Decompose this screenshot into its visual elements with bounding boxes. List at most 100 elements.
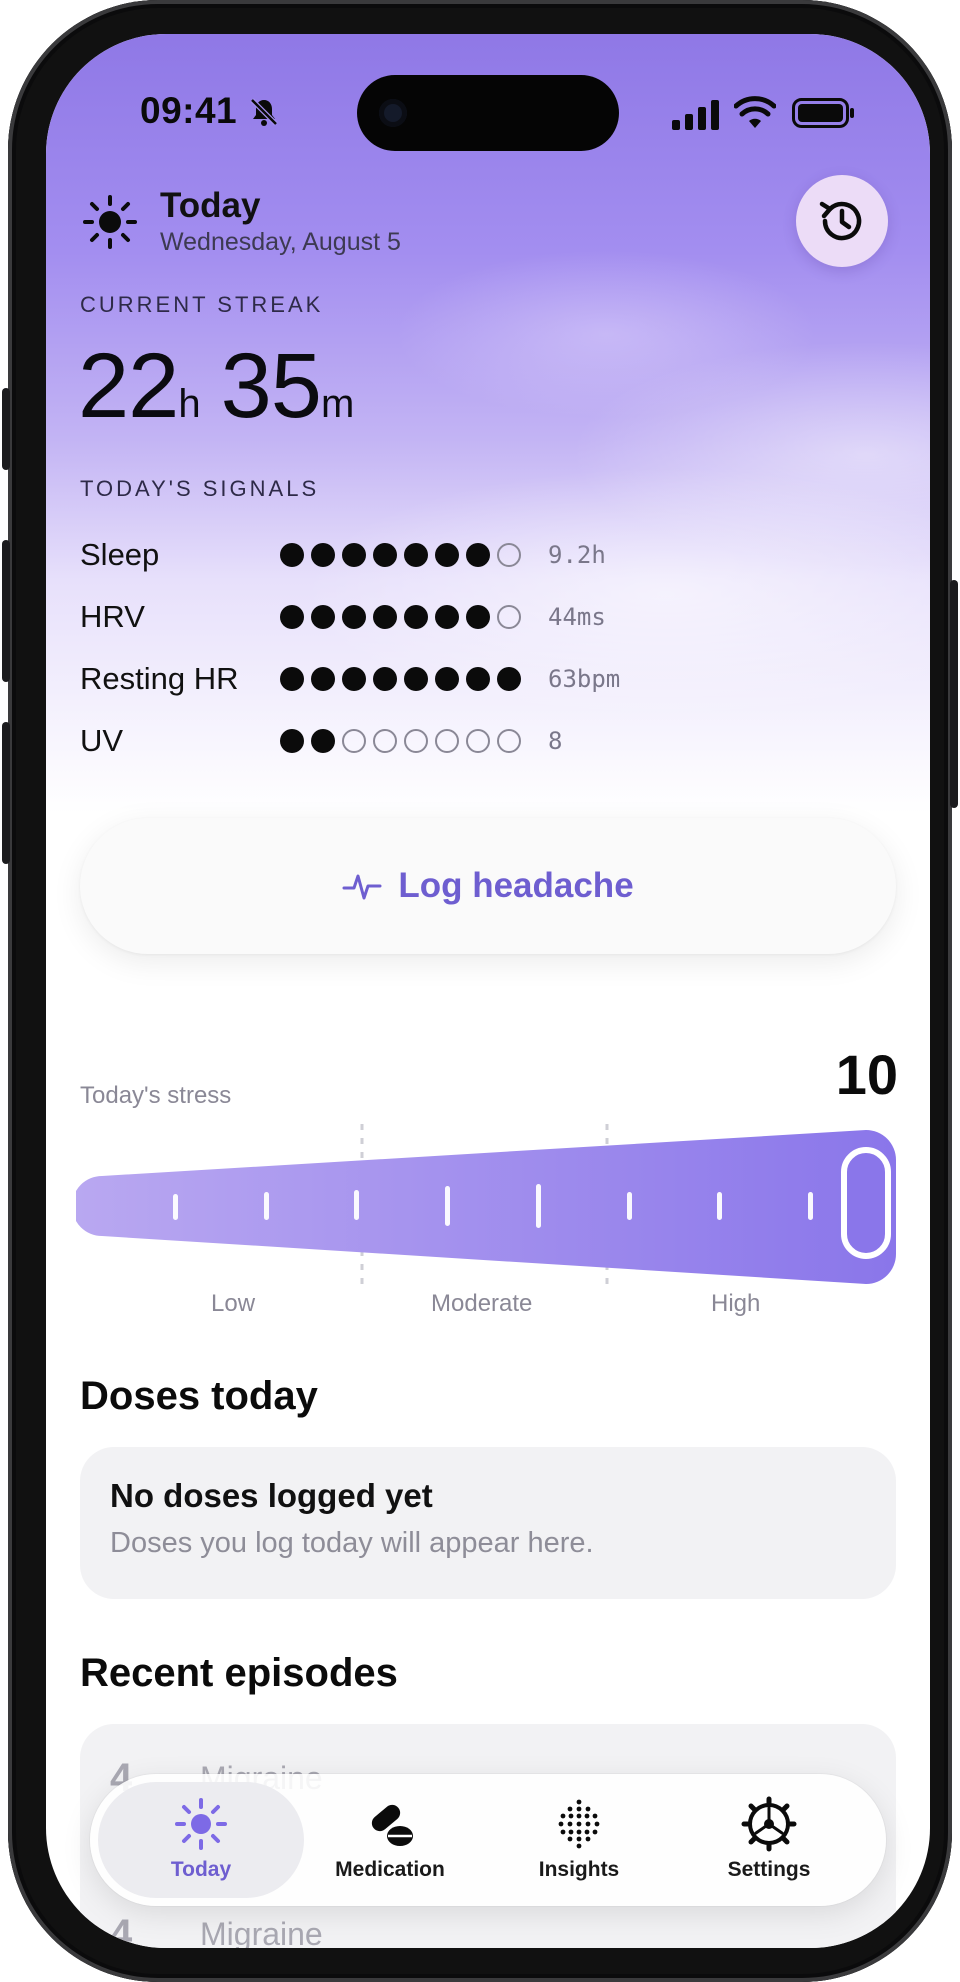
grid-dot: [576, 1843, 582, 1849]
level-dot-filled: [311, 605, 335, 629]
screen: 09:41 Today Wednesday, August 5 CURRENT …: [46, 34, 930, 1948]
level-dot-filled: [280, 729, 304, 753]
slider-thumb[interactable]: [841, 1147, 891, 1259]
episode-severity: 4: [110, 1912, 133, 1948]
signal-name: HRV: [80, 599, 145, 634]
grid-dot: [560, 1829, 566, 1835]
doses-empty-subtitle: Doses you log today will appear here.: [110, 1527, 594, 1559]
doses-title: Doses today: [80, 1374, 318, 1418]
tab-medication-label: Medication: [335, 1858, 445, 1881]
signals-label: TODAY'S SIGNALS: [80, 476, 320, 501]
level-dot-filled: [497, 667, 521, 691]
grid-dot: [576, 1829, 582, 1835]
signal-row: UV 8: [80, 721, 562, 761]
tab-medication[interactable]: Medication: [287, 1782, 493, 1898]
level-dot-filled: [342, 543, 366, 567]
level-dot-filled: [280, 543, 304, 567]
signal-name: Resting HR: [80, 661, 239, 696]
dots-grid-icon: [558, 1799, 600, 1849]
stress-tick-high: High: [711, 1290, 761, 1317]
signal-level-dots: [280, 543, 548, 567]
slider-track[interactable]: [76, 1130, 896, 1284]
streak-hours-unit: h: [178, 382, 201, 426]
sun-icon: [175, 1798, 227, 1850]
grid-dot: [567, 1836, 573, 1842]
pills-icon: [371, 1804, 413, 1846]
signal-row: Sleep 9.2h: [80, 535, 606, 575]
slider-tick: [354, 1190, 359, 1220]
grid-dot: [568, 1813, 574, 1819]
signal-value: 63bpm: [548, 665, 621, 693]
level-dot-filled: [311, 667, 335, 691]
level-dot-filled: [435, 543, 459, 567]
phone-frame: 09:41 Today Wednesday, August 5 CURRENT …: [2, 0, 958, 1982]
history-icon: [819, 201, 862, 241]
wifi-icon: [734, 96, 776, 128]
grid-dot: [592, 1813, 598, 1819]
tab-today-label: Today: [170, 1858, 232, 1881]
log-headache-button[interactable]: Log headache: [80, 818, 896, 954]
level-dot-empty: [497, 605, 521, 629]
grid-dot: [568, 1829, 574, 1835]
volume-down-button: [2, 722, 10, 864]
grid-dot: [576, 1799, 582, 1805]
status-time: 09:41: [140, 90, 238, 131]
grid-dot: [576, 1836, 582, 1842]
tab-today[interactable]: Today: [98, 1782, 304, 1898]
signal-row: HRV 44ms: [80, 597, 606, 637]
level-dot-filled: [373, 605, 397, 629]
battery-icon: [792, 98, 854, 128]
grid-dot: [560, 1813, 566, 1819]
level-dot-filled: [373, 543, 397, 567]
gear-icon: [741, 1796, 797, 1852]
tab-bar: Today Medication Insights Settings: [90, 1774, 886, 1906]
grid-dot: [592, 1829, 598, 1835]
signal-value: 8: [548, 727, 563, 755]
slider-tick: [627, 1192, 632, 1220]
grid-dot: [576, 1806, 582, 1812]
streak-value: 22h 35m: [78, 334, 374, 439]
streak-minutes-unit: m: [320, 382, 355, 426]
grid-dot: [594, 1821, 600, 1827]
level-dot-filled: [342, 667, 366, 691]
episodes-title: Recent episodes: [80, 1651, 398, 1695]
level-dot-filled: [435, 667, 459, 691]
level-dot-filled: [404, 605, 428, 629]
power-button: [950, 580, 958, 808]
level-dot-empty: [466, 729, 490, 753]
doses-empty-card: No doses logged yet Doses you log today …: [80, 1447, 896, 1599]
signal-value: 44ms: [548, 603, 606, 631]
stress-tick-moderate: Moderate: [431, 1290, 533, 1317]
grid-dot: [576, 1813, 582, 1819]
signal-level-dots: [280, 667, 548, 691]
camera-icon: [379, 99, 407, 127]
level-dot-filled: [342, 605, 366, 629]
pulse-icon: [342, 874, 382, 900]
episode-type: Migraine: [200, 1916, 323, 1948]
slider-tick: [445, 1186, 450, 1226]
signal-row: Resting HR 63bpm: [80, 659, 620, 699]
stress-slider[interactable]: [76, 1084, 900, 1314]
streak-label: CURRENT STREAK: [80, 292, 324, 317]
level-dot-filled: [404, 543, 428, 567]
tab-insights-label: Insights: [538, 1858, 620, 1881]
level-dot-filled: [280, 605, 304, 629]
streak-hours: 22: [78, 335, 179, 437]
level-dot-empty: [342, 729, 366, 753]
slider-tick: [173, 1194, 178, 1220]
doses-empty-title: No doses logged yet: [110, 1477, 433, 1514]
tab-insights[interactable]: Insights: [476, 1782, 682, 1898]
tab-settings[interactable]: Settings: [666, 1782, 872, 1898]
episode-row[interactable]: 4 Migraine: [110, 1912, 323, 1948]
level-dot-filled: [280, 667, 304, 691]
level-dot-empty: [497, 543, 521, 567]
tab-settings-label: Settings: [727, 1858, 811, 1881]
grid-dot: [567, 1821, 573, 1827]
log-headache-label: Log headache: [398, 866, 634, 905]
history-button[interactable]: [796, 175, 888, 267]
action-button: [2, 388, 10, 470]
streak-minutes: 35: [220, 335, 322, 437]
grid-dot: [576, 1821, 582, 1827]
level-dot-empty: [435, 729, 459, 753]
grid-dot: [584, 1813, 590, 1819]
